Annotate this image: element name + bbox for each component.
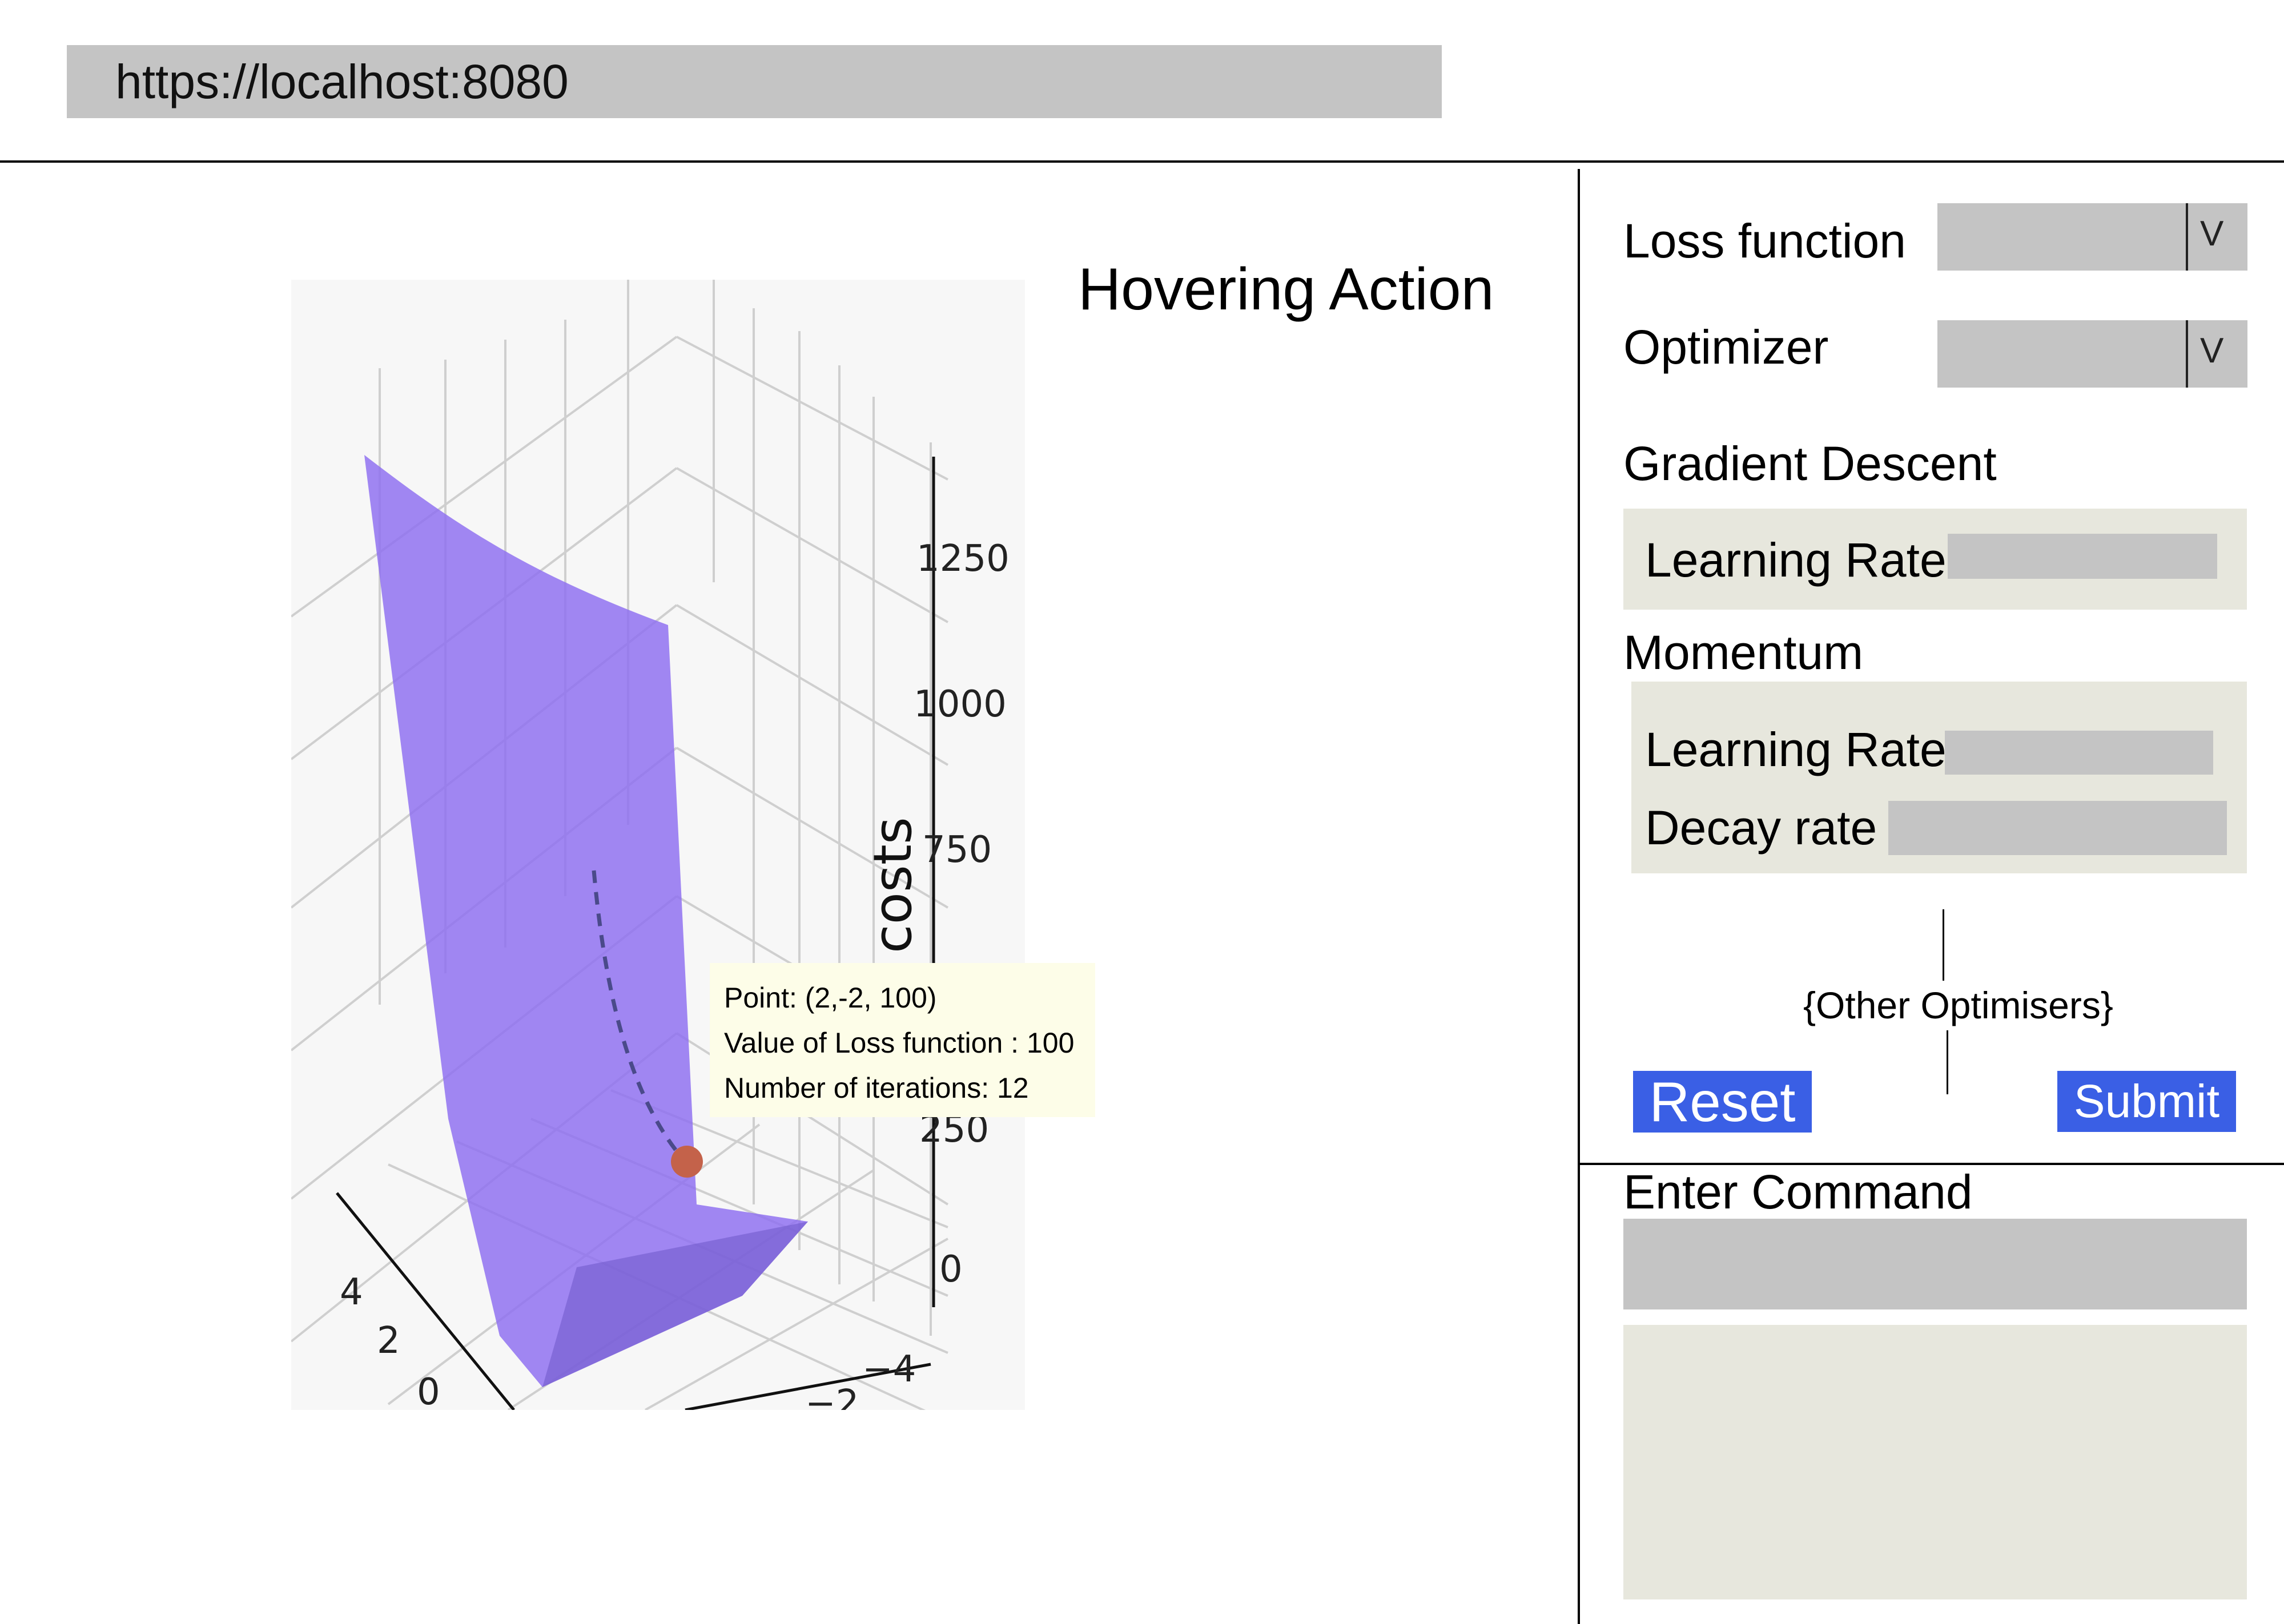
gd-learning-rate-label: Learning Rate <box>1645 533 1947 587</box>
select-divider <box>2186 320 2188 388</box>
gd-learning-rate-input[interactable] <box>1948 534 2217 579</box>
optimizer-select[interactable]: V <box>1937 320 2247 388</box>
x-tick: 0 <box>417 1371 440 1410</box>
z-tick: 0 <box>939 1248 963 1291</box>
connector-line <box>1947 1030 1948 1094</box>
submit-button[interactable]: Submit <box>2057 1071 2236 1132</box>
tooltip-iterations: Number of iterations: 12 <box>724 1072 1029 1104</box>
command-input[interactable] <box>1623 1219 2247 1309</box>
select-divider <box>2186 203 2188 271</box>
z-tick: 1250 <box>916 538 1010 580</box>
z-axis-label: costs <box>862 817 923 953</box>
decay-rate-input[interactable] <box>1888 801 2227 855</box>
momentum-learning-rate-label: Learning Rate <box>1645 723 1947 776</box>
plot-title: Hovering Action <box>1078 256 1494 323</box>
loss-function-select[interactable]: V <box>1937 203 2247 271</box>
optimizer-label: Optimizer <box>1623 320 1829 374</box>
decay-rate-label: Decay rate <box>1645 801 1877 855</box>
loss-function-label: Loss function <box>1623 214 1906 268</box>
x-tick: 2 <box>377 1320 400 1362</box>
chevron-down-icon: V <box>2200 214 2224 253</box>
momentum-params: Learning Rate Decay rate <box>1631 682 2247 873</box>
gradient-descent-params: Learning Rate <box>1623 509 2247 610</box>
momentum-title: Momentum <box>1623 626 1864 679</box>
enter-command-label: Enter Command <box>1623 1165 1973 1219</box>
reset-button[interactable]: Reset <box>1633 1071 1812 1133</box>
connector-line <box>1943 909 1944 981</box>
momentum-learning-rate-input[interactable] <box>1945 731 2213 775</box>
header-divider <box>0 160 2284 163</box>
gradient-descent-title: Gradient Descent <box>1623 437 1997 490</box>
y-tick: −4 <box>862 1348 916 1391</box>
y-tick: −2 <box>805 1383 859 1410</box>
chevron-down-icon: V <box>2200 331 2224 370</box>
panel-divider <box>1578 169 1580 1624</box>
command-output-area[interactable] <box>1623 1325 2247 1599</box>
hover-tooltip: Point: (2,-2, 100) Value of Loss functio… <box>710 963 1095 1117</box>
plot-canvas[interactable]: 1250 1000 750 250 0 4 2 0 −4 −2 costs <box>290 280 1025 1425</box>
x-tick: 4 <box>340 1271 363 1313</box>
other-optimisers-label: {Other Optimisers} <box>1803 984 2113 1026</box>
z-tick: 1000 <box>914 683 1007 726</box>
tooltip-point: Point: (2,-2, 100) <box>724 982 937 1014</box>
current-point-marker[interactable] <box>671 1146 703 1178</box>
url-bar[interactable]: https://localhost:8080 <box>67 45 1442 118</box>
tooltip-loss-value: Value of Loss function : 100 <box>724 1027 1075 1059</box>
z-tick: 750 <box>922 829 992 871</box>
